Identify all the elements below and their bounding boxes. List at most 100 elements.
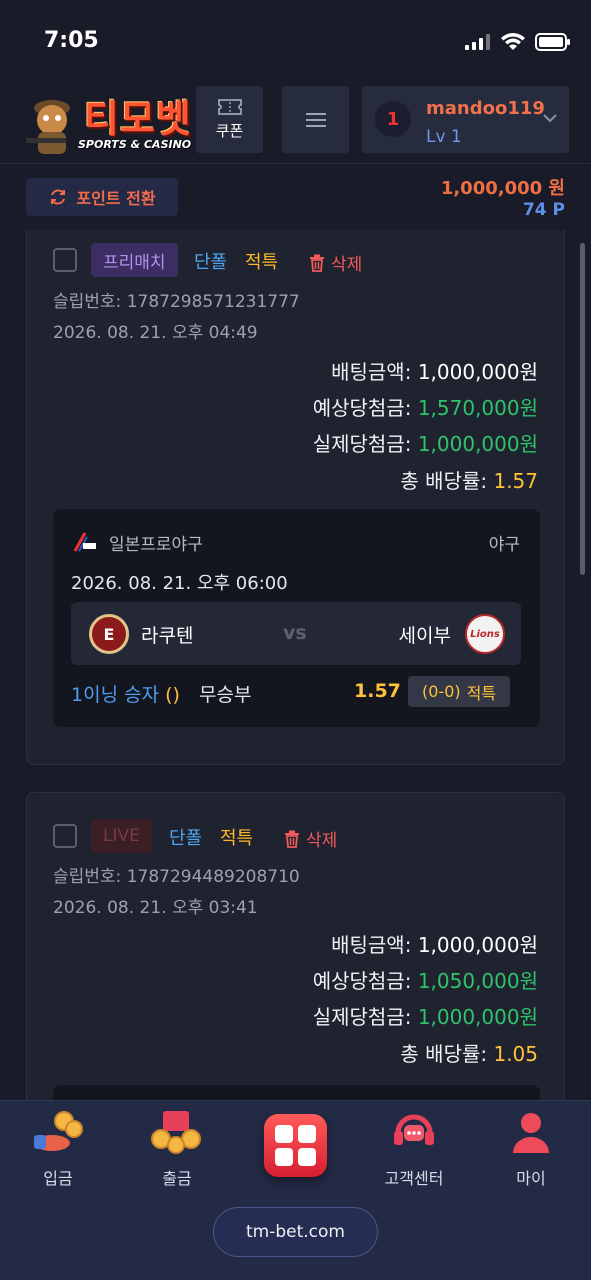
logo-subtitle: SPORTS & CASINO: [78, 138, 192, 151]
total-odds-value: 1.57: [493, 469, 538, 493]
tab-deposit-label: 입금: [43, 1169, 73, 1188]
withdraw-icon: [151, 1111, 201, 1154]
vs-label: vs: [283, 622, 307, 644]
actual-win-label: 실제당첨금:: [312, 432, 412, 456]
status-icons: [465, 33, 571, 51]
ticket-icon: [217, 99, 242, 115]
points: 74 P: [522, 200, 565, 220]
user-menu[interactable]: 1 mandoo119 Lv 1: [362, 86, 569, 153]
signal-icon: [465, 34, 490, 50]
site-logo[interactable]: 티모벳 SPORTS & CASINO: [22, 84, 197, 160]
coupon-label: 쿠폰: [215, 122, 244, 140]
bet-amount-row: 배팅금액: 1,000,000원: [331, 929, 538, 958]
market-paren: (): [165, 684, 180, 706]
deposit-icon: [34, 1111, 83, 1151]
npb-icon: [73, 532, 96, 552]
actual-win-value: 1,000,000원: [417, 1005, 538, 1029]
total-odds-row: 총 배당률: 1.57: [400, 465, 538, 494]
bet-kind: 단폴: [169, 828, 203, 849]
tab-support[interactable]: 고객센터: [364, 1107, 464, 1193]
scrollbar[interactable]: [580, 243, 585, 575]
prematch-tag: 프리매치: [91, 243, 178, 277]
pick-score: (0-0): [422, 682, 461, 701]
delete-button[interactable]: 삭제: [284, 826, 337, 851]
wallet-row: 포인트 전환 1,000,000 원 74 P: [0, 164, 591, 230]
expected-win-row: 예상당첨금: 1,050,000원: [313, 965, 538, 994]
sport-name: 야구: [488, 535, 520, 555]
trash-icon: [310, 254, 324, 272]
bottom-tab-bar: 입금 출금 고객센터 마이 tm-bet.com: [0, 1100, 591, 1280]
away-team-name: 세이부: [398, 625, 451, 647]
menu-grid-icon[interactable]: [264, 1114, 327, 1177]
game-date: 2026. 08. 21. 오후 06:00: [71, 573, 288, 594]
slip-date: 2026. 08. 21. 오후 03:41: [53, 898, 258, 918]
pick-odds: 1.57: [354, 680, 401, 702]
expected-win-value: 1,570,000원: [417, 396, 538, 420]
battery-icon: [535, 33, 570, 51]
status-time: 7:05: [44, 28, 99, 53]
expected-win-label: 예상당첨금:: [312, 969, 412, 993]
bet-amount-label: 배팅금액:: [331, 360, 412, 384]
result-tag: 적특: [220, 828, 254, 849]
delete-label: 삭제: [331, 255, 363, 275]
logo-text: 티모벳: [84, 97, 192, 141]
pick-selection: 무승부: [199, 684, 252, 706]
user-icon: [513, 1113, 549, 1153]
actual-win-row: 실제당첨금: 1,000,000원: [313, 1001, 538, 1030]
select-checkbox[interactable]: [53, 824, 77, 848]
wifi-icon: [501, 33, 525, 50]
actual-win-label: 실제당첨금:: [312, 1005, 412, 1029]
site-url[interactable]: tm-bet.com: [213, 1207, 378, 1257]
grid-cell: [275, 1125, 293, 1143]
delete-button[interactable]: 삭제: [309, 250, 362, 275]
grid-cell: [298, 1125, 316, 1143]
result-tag: 적특: [245, 252, 279, 273]
grid-cell: [298, 1148, 316, 1166]
match-row: E 라쿠텐 vs 세이부 Lions: [71, 602, 521, 665]
market-label: 1이닝 승자: [71, 684, 160, 706]
status-bar: 7:05: [0, 0, 591, 80]
away-team-logo: Lions: [465, 614, 505, 654]
point-convert-button[interactable]: 포인트 전환: [26, 178, 178, 216]
pick-status-badge: (0-0) 적특: [408, 676, 511, 707]
mascot-icon: [26, 100, 70, 154]
total-odds-value: 1.05: [493, 1042, 538, 1066]
actual-win-row: 실제당첨금: 1,000,000원: [313, 428, 538, 457]
total-odds-row: 총 배당률: 1.05: [400, 1038, 538, 1067]
pick-row: 1이닝 승자 () 무승부 1.57 (0-0) 적특: [71, 676, 521, 710]
slip-date: 2026. 08. 21. 오후 04:49: [53, 323, 258, 343]
avatar: 1: [375, 101, 411, 137]
tab-my[interactable]: 마이: [481, 1107, 581, 1193]
bet-slip-card: LIVE 단폴 적특 삭제 슬립번호: 1787294489208710 202…: [26, 792, 565, 1100]
hamburger-icon: [305, 112, 326, 127]
tab-withdraw-label: 출금: [162, 1169, 192, 1188]
trash-icon: [285, 830, 299, 848]
refresh-icon: [51, 189, 66, 205]
bet-amount-value: 1,000,000원: [417, 933, 538, 957]
balance: 1,000,000 원: [440, 178, 565, 199]
coupon-button[interactable]: 쿠폰: [196, 86, 263, 153]
tab-my-label: 마이: [516, 1169, 546, 1188]
user-level: Lv 1: [426, 127, 462, 147]
expected-win-value: 1,050,000원: [417, 969, 538, 993]
tab-withdraw[interactable]: 출금: [127, 1107, 227, 1193]
menu-button[interactable]: [282, 86, 349, 153]
slip-number: 슬립번호: 1787298571231777: [53, 292, 300, 312]
chevron-down-icon: [543, 114, 557, 123]
headset-icon: [394, 1114, 434, 1145]
select-checkbox[interactable]: [53, 248, 77, 272]
league-name: 일본프로야구: [109, 535, 203, 555]
username: mandoo119: [426, 98, 545, 119]
point-convert-label: 포인트 전환: [76, 189, 156, 208]
expected-win-label: 예상당첨금:: [312, 396, 412, 420]
bet-history-list[interactable]: 프리매치 단폴 적특 삭제 슬립번호: 1787298571231777 202…: [0, 230, 591, 1100]
bet-amount-value: 1,000,000원: [417, 360, 538, 384]
game-detail: [53, 1085, 540, 1100]
delete-label: 삭제: [306, 831, 338, 851]
bet-slip-card: 프리매치 단폴 적특 삭제 슬립번호: 1787298571231777 202…: [26, 230, 565, 765]
app-header: 티모벳 SPORTS & CASINO 쿠폰 1 mandoo119 Lv 1: [0, 80, 591, 164]
grid-cell: [275, 1148, 293, 1166]
game-detail: 일본프로야구 야구 2026. 08. 21. 오후 06:00 E 라쿠텐 v…: [53, 509, 540, 727]
tab-deposit[interactable]: 입금: [8, 1107, 108, 1193]
total-odds-label: 총 배당률:: [400, 1042, 488, 1066]
